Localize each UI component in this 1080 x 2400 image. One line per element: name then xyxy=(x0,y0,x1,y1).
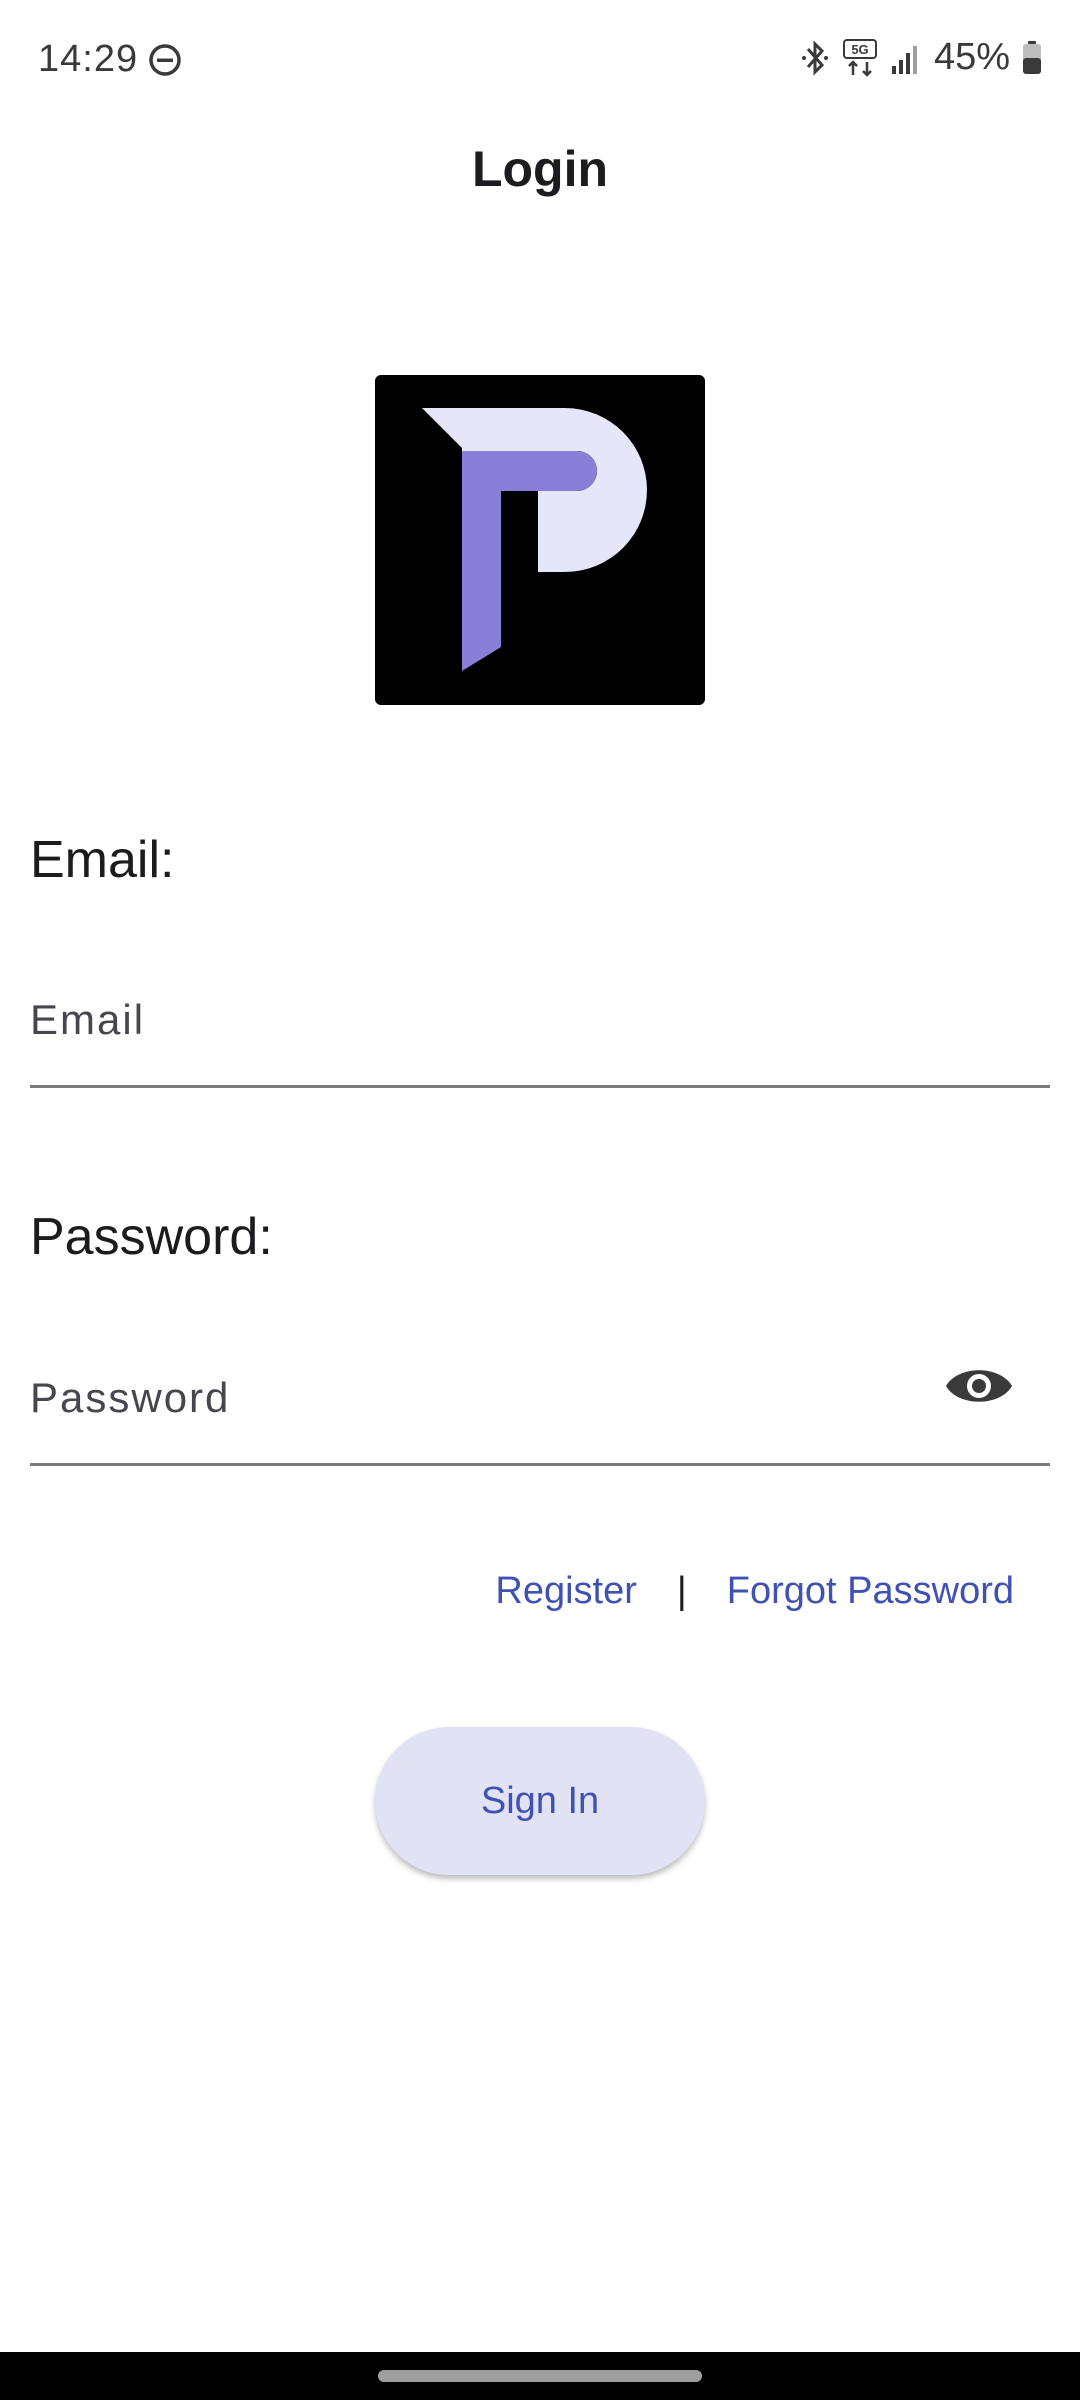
status-time: 14:29 xyxy=(38,38,139,80)
register-link[interactable]: Register xyxy=(495,1570,637,1613)
password-field-container xyxy=(30,1333,1050,1483)
navigation-bar xyxy=(0,2352,1080,2400)
5g-network-icon: 5G xyxy=(842,38,877,77)
link-divider: | xyxy=(676,1570,687,1612)
email-field[interactable] xyxy=(30,955,910,1105)
app-logo xyxy=(375,375,705,705)
password-label: Password: xyxy=(30,1208,273,1266)
password-field[interactable] xyxy=(30,1333,910,1483)
home-gesture-bar[interactable] xyxy=(378,2370,702,2382)
signal-icon xyxy=(891,45,917,74)
status-bar: 14:29 5G 45% xyxy=(0,0,1080,120)
bluetooth-icon xyxy=(801,39,828,76)
page-title: Login xyxy=(471,141,609,197)
auth-links: Register | Forgot Password xyxy=(495,1570,1014,1613)
do-not-disturb-icon xyxy=(149,44,181,76)
battery-percent: 45% xyxy=(933,36,1010,78)
email-field-container xyxy=(30,955,1050,1105)
eye-icon[interactable] xyxy=(944,1361,1014,1411)
sign-in-button[interactable]: Sign In xyxy=(375,1727,705,1875)
status-icons: 5G 45% xyxy=(800,36,1042,79)
svg-text:5G: 5G xyxy=(851,42,868,57)
battery-icon xyxy=(1023,40,1041,74)
forgot-password-link[interactable]: Forgot Password xyxy=(727,1570,1014,1613)
email-label: Email: xyxy=(30,831,175,889)
p-logo-icon xyxy=(422,408,647,671)
